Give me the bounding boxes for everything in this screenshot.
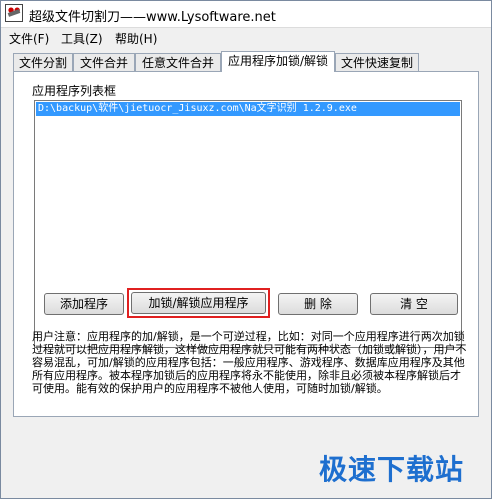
watermark-logo: 极速下载站 (319, 453, 465, 486)
tab-app-lock-unlock[interactable]: 应用程序加锁/解锁 (221, 51, 335, 72)
tab-file-split[interactable]: 文件分割 (13, 53, 73, 71)
user-notice: 用户注意：应用程序的加/解锁，是一个可逆过程，比如：对同一个应用程序进行两次加锁… (32, 330, 467, 395)
title-bar[interactable]: ●● 超级文件切割刀——www.Lysoftware.net (1, 1, 491, 28)
menu-file[interactable]: 文件(F) (9, 30, 49, 47)
list-item[interactable]: D:\backup\软件\jietuocr_Jisuxz.com\Na文字识别 … (36, 102, 460, 116)
tab-any-file-merge[interactable]: 任意文件合并 (135, 53, 221, 71)
window-title: 超级文件切割刀——www.Lysoftware.net (29, 10, 276, 25)
add-program-button[interactable]: 添加程序 (44, 293, 124, 315)
app-lock-panel: 应用程序列表框 D:\backup\软件\jietuocr_Jisuxz.com… (13, 71, 479, 417)
app-window: ●● 超级文件切割刀——www.Lysoftware.net 文件(F) 工具(… (0, 0, 492, 499)
knife-app-icon: ●● (5, 4, 23, 22)
tab-fast-copy[interactable]: 文件快速复制 (335, 53, 419, 71)
group-label: 应用程序列表框 (32, 84, 117, 98)
delete-button[interactable]: 删 除 (278, 293, 358, 315)
lock-unlock-button[interactable]: 加锁/解锁应用程序 (131, 292, 266, 314)
menu-bar: 文件(F) 工具(Z) 帮助(H) (1, 28, 491, 48)
menu-help[interactable]: 帮助(H) (115, 30, 157, 47)
tab-file-merge[interactable]: 文件合并 (73, 53, 135, 71)
menu-tools[interactable]: 工具(Z) (61, 30, 103, 47)
tab-strip: 文件分割 文件合并 任意文件合并 应用程序加锁/解锁 文件快速复制 (13, 51, 479, 72)
clear-button[interactable]: 清 空 (370, 293, 458, 315)
